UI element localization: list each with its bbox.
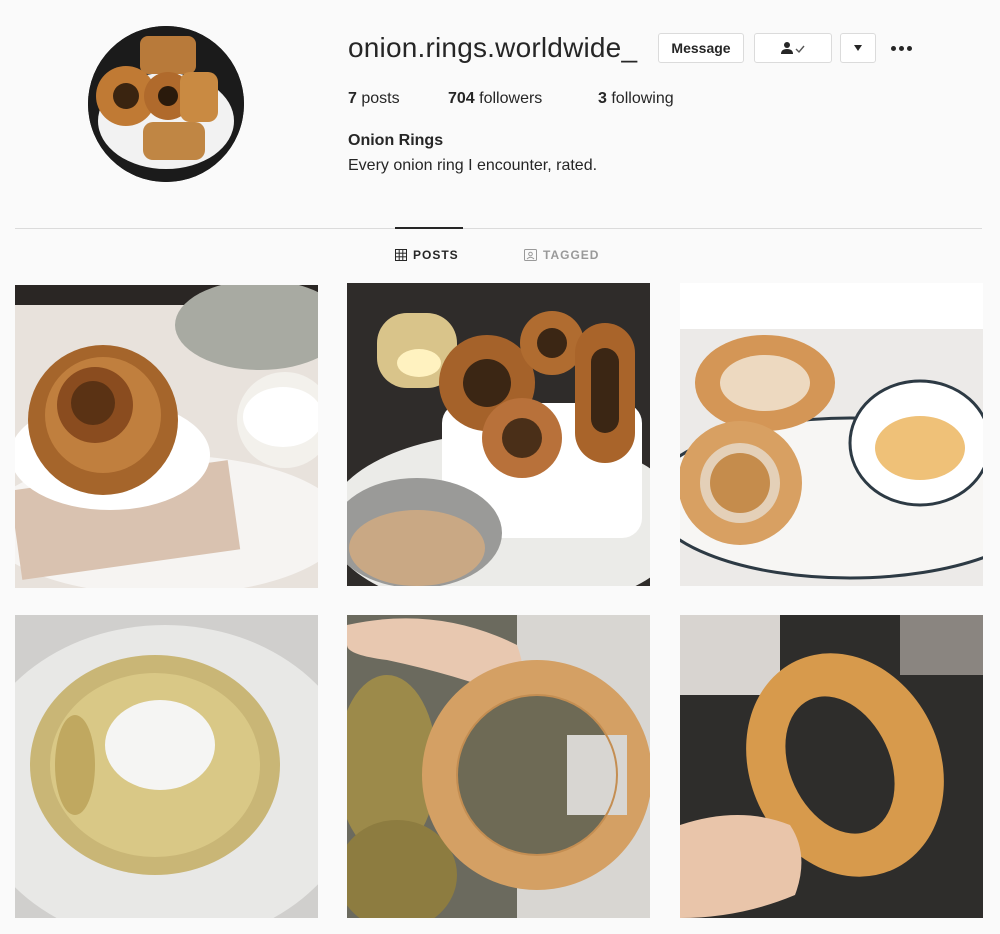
following-label: following	[611, 90, 674, 107]
post-photo	[680, 283, 983, 586]
person-check-icon	[781, 42, 805, 54]
message-button[interactable]: Message	[658, 33, 744, 63]
posts-stat: 7 posts	[348, 88, 400, 110]
following-count: 3	[598, 90, 607, 107]
following-stat[interactable]: 3 following	[598, 88, 674, 110]
grid-icon	[395, 249, 407, 261]
following-button[interactable]	[754, 33, 832, 63]
post-thumbnail[interactable]	[15, 285, 318, 588]
tag-portrait-icon	[524, 249, 537, 261]
post-photo	[15, 285, 318, 588]
post-photo	[680, 615, 983, 918]
post-thumbnail[interactable]	[680, 615, 983, 918]
ellipsis-icon	[890, 45, 896, 51]
posts-count: 7	[348, 90, 357, 107]
active-tab-indicator	[395, 227, 463, 229]
followers-stat[interactable]: 704 followers	[448, 88, 542, 110]
tab-posts[interactable]: POSTS	[395, 248, 459, 262]
post-photo	[347, 615, 650, 918]
tab-posts-label: POSTS	[413, 248, 459, 262]
triangle-down-icon	[854, 45, 862, 51]
tabs-divider	[15, 228, 982, 229]
post-thumbnail[interactable]	[347, 283, 650, 586]
tab-tagged[interactable]: TAGGED	[524, 248, 599, 262]
post-photo	[15, 615, 318, 918]
tab-tagged-label: TAGGED	[543, 248, 600, 262]
post-thumbnail[interactable]	[680, 283, 983, 586]
followers-count: 704	[448, 90, 475, 107]
followers-label: followers	[479, 90, 543, 107]
post-photo	[347, 283, 650, 586]
profile-username: onion.rings.worldwide_	[348, 32, 638, 63]
post-thumbnail[interactable]	[347, 615, 650, 918]
more-options-button[interactable]	[886, 38, 916, 58]
profile-avatar[interactable]	[88, 26, 244, 182]
profile-bio: Every onion ring I encounter, rated.	[348, 157, 598, 174]
profile-full-name: Onion Rings	[348, 132, 444, 149]
posts-label: posts	[361, 90, 400, 107]
suggested-accounts-button[interactable]	[840, 33, 876, 63]
post-thumbnail[interactable]	[15, 615, 318, 918]
